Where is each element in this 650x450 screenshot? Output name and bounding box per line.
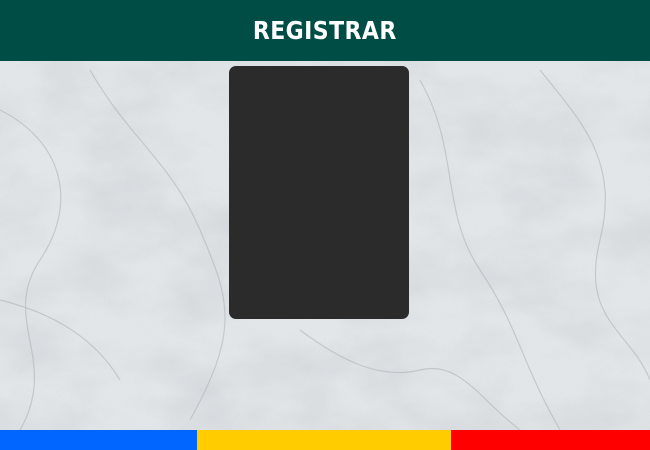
registration-card [229,66,409,319]
color-stripe-red [451,430,650,450]
header-bar: REGISTRAR [0,0,650,61]
color-stripe-yellow [197,430,451,450]
color-stripe-blue [0,430,197,450]
page-title: REGISTRAR [253,16,397,45]
